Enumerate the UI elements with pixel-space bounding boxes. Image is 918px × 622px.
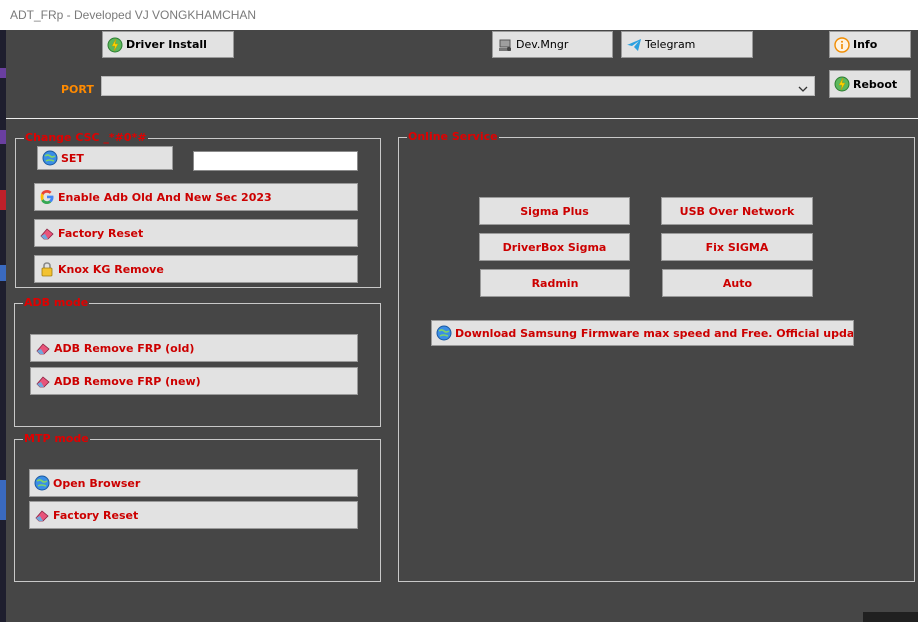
auto-button[interactable]: Auto	[662, 269, 813, 297]
enable-adb-label: Enable Adb Old And New Sec 2023	[58, 190, 272, 204]
adb-remove-frp-new-button[interactable]: ADB Remove FRP (new)	[30, 367, 358, 395]
set-csc-label: SET	[61, 151, 84, 165]
factory-reset-label: Factory Reset	[58, 226, 144, 240]
download-firmware-label: Download Samsung Firmware max speed and …	[455, 326, 854, 340]
change-csc-legend: Change CSC _*#0*#	[24, 131, 148, 145]
sigma-plus-button[interactable]: Sigma Plus	[479, 197, 630, 225]
edge-mark	[0, 480, 6, 520]
driver-install-label: Driver Install	[126, 38, 207, 51]
edge-mark	[0, 265, 6, 281]
mtp-factory-reset-label: Factory Reset	[53, 508, 139, 522]
knox-kg-remove-button[interactable]: Knox KG Remove	[34, 255, 358, 283]
fix-sigma-label: Fix SIGMA	[705, 240, 769, 254]
adb-remove-frp-new-label: ADB Remove FRP (new)	[54, 374, 201, 388]
globe-icon	[42, 150, 58, 166]
eraser-icon	[35, 340, 51, 356]
eraser-icon	[34, 507, 50, 523]
online-service-legend: Online Service	[407, 130, 499, 144]
reboot-button[interactable]: Reboot	[829, 70, 911, 98]
factory-reset-button[interactable]: Factory Reset	[34, 219, 358, 247]
eraser-icon	[39, 225, 55, 241]
usb-over-network-button[interactable]: USB Over Network	[661, 197, 813, 225]
reboot-label: Reboot	[853, 77, 898, 91]
adb-remove-frp-old-label: ADB Remove FRP (old)	[54, 341, 195, 355]
csc-code-field[interactable]	[193, 151, 358, 171]
telegram-label: Telegram	[645, 38, 696, 51]
open-browser-button[interactable]: Open Browser	[29, 469, 358, 497]
mtp-mode-legend: MTP mode	[23, 432, 90, 446]
port-select[interactable]	[101, 76, 815, 96]
window-title: ADT_FRp - Developed VJ VONGKHAMCHAN	[10, 8, 257, 22]
set-csc-button[interactable]: SET	[37, 146, 173, 170]
lock-icon	[39, 261, 55, 277]
edge-mark	[0, 68, 6, 78]
mtp-factory-reset-button[interactable]: Factory Reset	[29, 501, 358, 529]
reboot-icon	[834, 76, 850, 92]
telegram-icon	[626, 37, 642, 53]
online-service-group: Online Service	[398, 130, 915, 582]
adb-mode-group: ADB mode	[14, 296, 381, 427]
driver-install-button[interactable]: Driver Install	[102, 31, 234, 58]
adb-remove-frp-old-button[interactable]: ADB Remove FRP (old)	[30, 334, 358, 362]
info-label: Info	[853, 38, 878, 51]
auto-label: Auto	[722, 276, 753, 290]
edge-mark	[0, 130, 6, 144]
download-firmware-button[interactable]: Download Samsung Firmware max speed and …	[431, 320, 854, 346]
edge-mark	[0, 190, 6, 210]
port-label: PORT	[61, 83, 94, 96]
adb-mode-legend: ADB mode	[23, 296, 90, 310]
device-manager-icon	[497, 37, 513, 53]
driverbox-sigma-label: DriverBox Sigma	[502, 240, 607, 254]
google-icon	[39, 189, 55, 205]
telegram-button[interactable]: Telegram	[621, 31, 753, 58]
radmin-label: Radmin	[531, 276, 579, 290]
usb-over-network-label: USB Over Network	[679, 204, 795, 218]
enable-adb-button[interactable]: Enable Adb Old And New Sec 2023	[34, 183, 358, 211]
dev-mngr-button[interactable]: Dev.Mngr	[492, 31, 613, 58]
sigma-plus-label: Sigma Plus	[520, 204, 589, 218]
info-button[interactable]: Info	[829, 31, 911, 58]
fix-sigma-button[interactable]: Fix SIGMA	[661, 233, 813, 261]
info-icon	[834, 36, 850, 53]
open-browser-label: Open Browser	[53, 476, 141, 490]
chevron-down-icon	[798, 81, 808, 92]
globe-icon	[436, 325, 452, 341]
radmin-button[interactable]: Radmin	[480, 269, 630, 297]
panel-divider	[6, 118, 918, 119]
eraser-icon	[35, 373, 51, 389]
dev-mngr-label: Dev.Mngr	[516, 38, 569, 51]
knox-kg-remove-label: Knox KG Remove	[58, 262, 164, 276]
globe-icon	[34, 475, 50, 491]
title-bar: ADT_FRp - Developed VJ VONGKHAMCHAN	[0, 0, 918, 30]
lightning-gear-icon	[107, 37, 123, 53]
driverbox-sigma-button[interactable]: DriverBox Sigma	[479, 233, 630, 261]
corner-patch	[863, 612, 918, 622]
